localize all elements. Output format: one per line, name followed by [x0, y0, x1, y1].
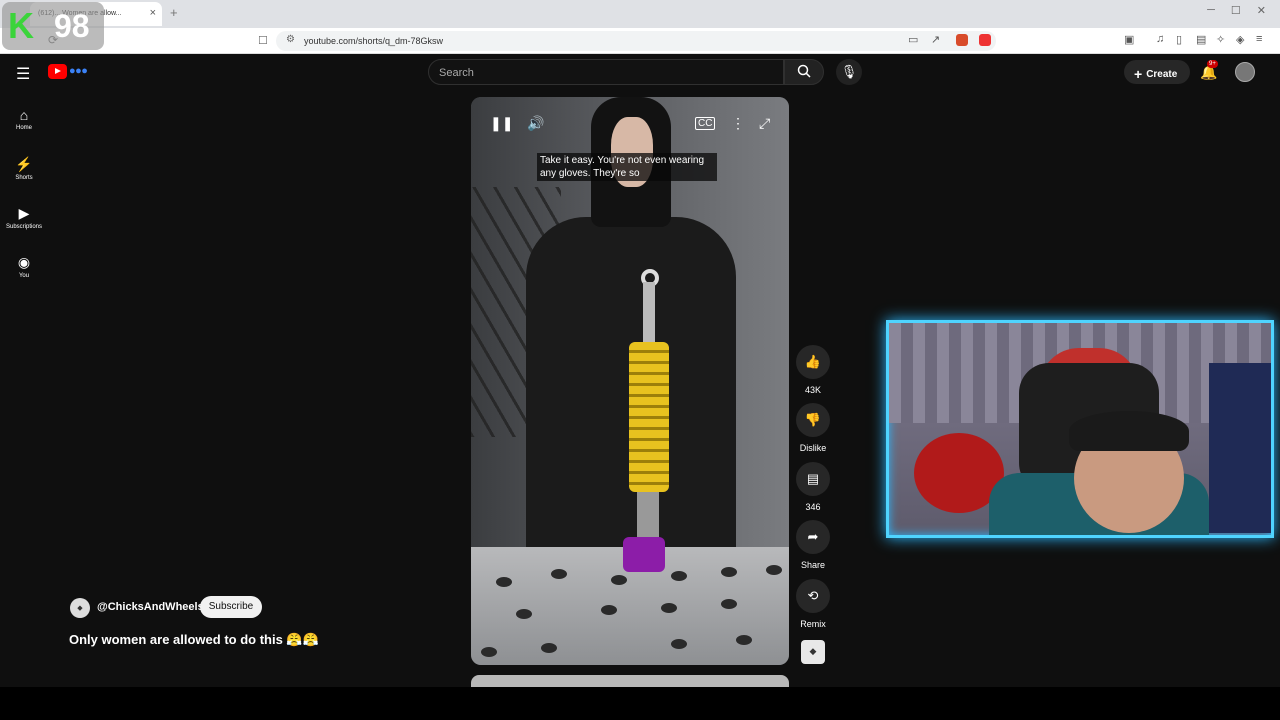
microphone-icon: 🎙 — [840, 64, 858, 79]
voice-search-button[interactable]: 🎙 — [836, 59, 862, 85]
you-icon: ◉ — [17, 254, 31, 270]
bottom-letterbox — [0, 687, 1280, 720]
coilover-spring — [629, 342, 669, 492]
next-short-preview[interactable] — [471, 675, 789, 687]
vpn-icon[interactable]: ◈ — [1236, 33, 1244, 46]
address-bar-row: ⟳ ☐ ⚙ youtube.com/shorts/q_dm-78Gksw ▭ ↗… — [0, 28, 1280, 54]
sidebar-item-label: Subscriptions — [5, 224, 43, 230]
video-caption: Take it easy. You're not even wearing an… — [537, 153, 717, 181]
plus-icon: + — [1134, 66, 1143, 82]
new-tab-icon[interactable]: + — [170, 5, 178, 20]
pause-icon[interactable]: ❚❚ — [490, 115, 513, 132]
url-field[interactable]: ⚙ youtube.com/shorts/q_dm-78Gksw — [276, 31, 996, 51]
media-icon[interactable]: ♫ — [1156, 33, 1164, 45]
menu-icon[interactable]: ≡ — [1256, 33, 1262, 45]
search-button[interactable] — [784, 59, 824, 85]
remix-icon: ⟲ — [796, 579, 830, 613]
streamer-webcam — [886, 320, 1274, 538]
browser-tab-bar: (612)... Women are allow... × + ─ ☐ ✕ — [0, 0, 1280, 28]
shorts-video-player[interactable]: ❚❚ 🔊 CC ⋮ ⤢ Take it easy. You're not eve… — [471, 97, 789, 665]
minimize-icon[interactable]: ─ — [1207, 4, 1215, 17]
url-text: youtube.com/shorts/q_dm-78Gksw — [304, 36, 444, 46]
like-count: 43K — [804, 385, 821, 395]
sidebar-item-subscriptions[interactable]: ▶ Subscriptions — [0, 201, 48, 241]
wallet-icon[interactable]: ▤ — [1196, 33, 1206, 46]
search-placeholder: Search — [439, 67, 474, 79]
comments-button[interactable]: ▤ 346 — [795, 462, 831, 512]
site-info-icon[interactable]: ⚙ — [286, 34, 295, 45]
search-icon — [797, 64, 811, 81]
remix-label: Remix — [800, 619, 826, 629]
shorts-icon: ⚡ — [15, 156, 33, 172]
channel-avatar[interactable]: ◆ — [70, 598, 90, 618]
share-button[interactable]: ➦ Share — [795, 520, 831, 570]
doodle-logo: ●●● — [69, 65, 88, 77]
sidebar-item-label: Home — [15, 125, 32, 131]
home-icon: ⌂ — [19, 107, 29, 123]
overlay-letter: K — [8, 5, 34, 46]
shock-body — [637, 492, 659, 542]
youtube-play-icon — [48, 64, 67, 79]
dislike-label: Dislike — [799, 443, 827, 453]
account-avatar[interactable] — [1235, 62, 1255, 82]
sidebar-item-label: Shorts — [15, 175, 33, 181]
notification-badge: 9+ — [1207, 60, 1218, 68]
rewards-icon[interactable] — [979, 34, 991, 46]
hamburger-menu-icon[interactable]: ☰ — [16, 64, 30, 84]
webcam-background-right — [1209, 363, 1271, 533]
webcam-person-hair — [1069, 411, 1189, 451]
thumbs-up-icon: 👍 — [796, 345, 830, 379]
captions-icon[interactable]: CC — [695, 117, 716, 130]
sidebar-item-home[interactable]: ⌂ Home — [0, 103, 48, 143]
bookmark-icon[interactable]: ☐ — [258, 34, 268, 47]
brave-shield-icon[interactable] — [956, 34, 968, 46]
fullscreen-icon[interactable]: ⤢ — [759, 115, 770, 132]
sound-channel-thumbnail[interactable]: ◆ — [801, 640, 825, 664]
shock-reservoir — [623, 537, 665, 572]
comment-icon: ▤ — [796, 462, 830, 496]
search-input[interactable]: Search — [428, 59, 784, 85]
overlay-number: 98 — [54, 8, 90, 44]
subscribe-button[interactable]: Subscribe — [200, 596, 262, 618]
subscriptions-icon: ▶ — [18, 205, 30, 221]
more-options-icon[interactable]: ⋮ — [731, 115, 745, 132]
maximize-icon[interactable]: ☐ — [1231, 4, 1241, 17]
leo-icon[interactable]: ✧ — [1216, 33, 1225, 46]
sidebar-toggle-icon[interactable]: ▯ — [1176, 33, 1182, 46]
window-controls: ─ ☐ ✕ — [1207, 4, 1280, 17]
thumbs-down-icon: 👎 — [796, 403, 830, 437]
screen: (612)... Women are allow... × + ─ ☐ ✕ ⟳ … — [0, 0, 1280, 720]
sidebar-item-you[interactable]: ◉ You — [0, 250, 48, 290]
comment-count: 346 — [805, 502, 821, 512]
sidebar-item-shorts[interactable]: ⚡ Shorts — [0, 152, 48, 192]
streamer-overlay-logo: K 98 — [2, 2, 104, 50]
shock-shaft — [643, 282, 655, 342]
video-title: Only women are allowed to do this 😤😤 — [69, 632, 319, 647]
cast-icon[interactable]: ▭ — [908, 33, 918, 46]
sidebar-item-label: You — [18, 273, 30, 279]
create-label: Create — [1146, 69, 1178, 80]
dislike-button[interactable]: 👎 Dislike — [795, 403, 831, 453]
close-window-icon[interactable]: ✕ — [1257, 4, 1266, 17]
share-page-icon[interactable]: ↗ — [931, 33, 940, 46]
share-icon: ➦ — [796, 520, 830, 554]
create-button[interactable]: + Create — [1124, 60, 1190, 84]
like-button[interactable]: 👍 43K — [795, 345, 831, 395]
volume-icon[interactable]: 🔊 — [527, 115, 544, 132]
tab-close-icon[interactable]: × — [150, 7, 156, 19]
youtube-logo[interactable]: ●●● — [48, 64, 116, 79]
remix-button[interactable]: ⟲ Remix — [795, 579, 831, 629]
channel-handle[interactable]: @ChicksAndWheels — [97, 601, 204, 613]
share-label: Share — [800, 560, 826, 570]
extension-icon[interactable]: ▣ — [1124, 33, 1134, 46]
